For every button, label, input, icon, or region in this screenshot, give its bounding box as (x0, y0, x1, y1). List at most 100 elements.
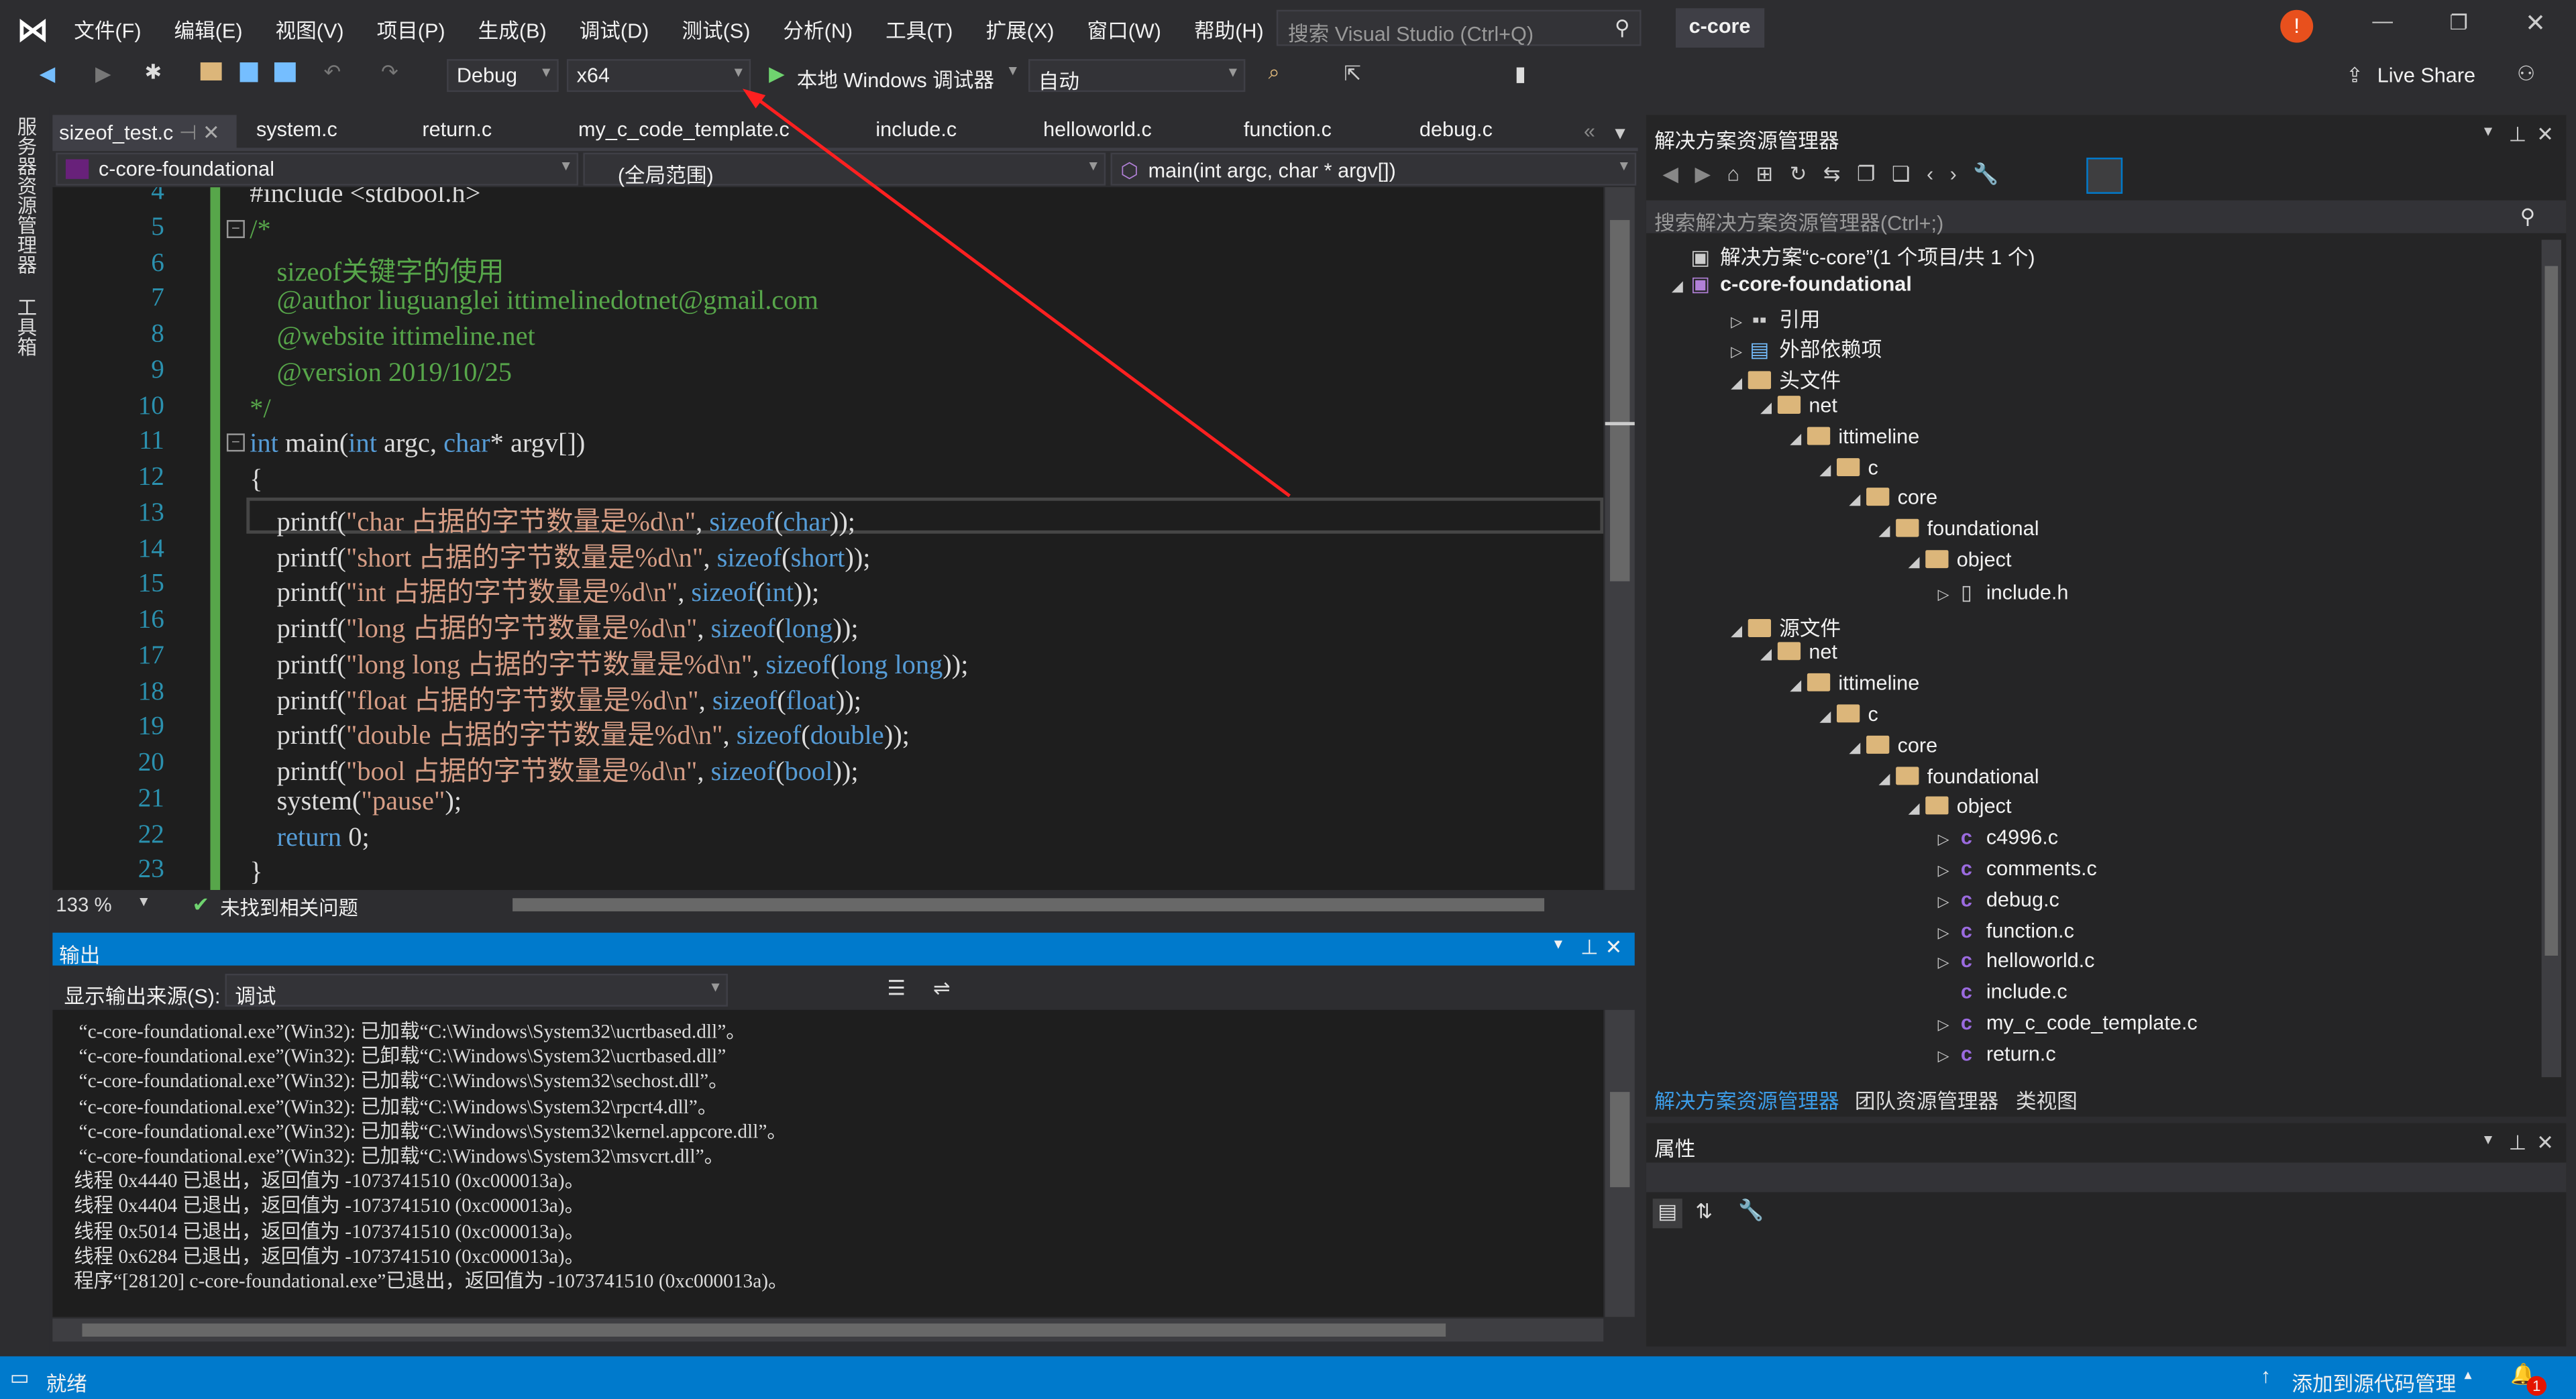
tree-item[interactable]: ▷ c helloworld.c (1932, 950, 2095, 972)
expanded-arrow-icon[interactable]: ◢ (1902, 800, 1925, 818)
tree-item[interactable]: ▷ c my_c_code_template.c (1932, 1011, 2198, 1034)
tab-team-explorer[interactable]: 团队资源管理器 (1855, 1084, 1998, 1115)
output-dropdown-icon[interactable]: ▾ (1554, 936, 1562, 954)
tree-item[interactable]: ◢ 源文件 (1725, 610, 1841, 642)
tab-solution-explorer[interactable]: 解决方案资源管理器 (1654, 1084, 1839, 1115)
tree-item[interactable]: ◢ ittimeline (1784, 672, 1919, 695)
collapsed-arrow-icon[interactable]: ▷ (1932, 924, 1955, 942)
tab-class-view[interactable]: 类视图 (2016, 1084, 2078, 1115)
output-scroll-thumb[interactable] (1610, 1092, 1630, 1188)
expanded-arrow-icon[interactable]: ◢ (1725, 375, 1748, 393)
se-code-icon[interactable]: ‹› (1927, 162, 1973, 185)
se-show-all-icon[interactable]: ❏ (1892, 162, 1927, 185)
collapsed-arrow-icon[interactable]: ▷ (1932, 862, 1955, 880)
source-control-up-icon[interactable]: ▴ (2464, 1366, 2471, 1384)
se-properties-icon[interactable]: 🔧 (1973, 162, 2015, 185)
tree-item[interactable]: ◢ c (1814, 456, 1878, 479)
output-horizontal-scrollbar[interactable] (52, 1319, 1604, 1342)
tree-item[interactable]: ◢ ittimeline (1784, 425, 1919, 448)
expanded-arrow-icon[interactable]: ◢ (1666, 277, 1688, 295)
properties-pin-icon[interactable]: ⊥ (2509, 1129, 2527, 1154)
collapsed-arrow-icon[interactable]: ▷ (1932, 1048, 1955, 1066)
pin-icon[interactable]: ⊥ (1580, 934, 1599, 959)
se-search-input[interactable]: 搜索解决方案资源管理器(Ctrl+;) ⚲ (1646, 200, 2567, 235)
collapsed-arrow-icon[interactable]: ▷ (1932, 831, 1955, 849)
expanded-arrow-icon[interactable]: ◢ (1784, 430, 1807, 448)
collapsed-arrow-icon[interactable]: ▷ (1725, 344, 1748, 362)
properties-close-icon[interactable]: ✕ (2536, 1129, 2554, 1154)
tree-item[interactable]: c include.c (1932, 981, 2068, 1003)
tree-item[interactable]: ▷ c c4996.c (1932, 826, 2058, 849)
tree-item[interactable]: ◢ net (1755, 641, 1837, 664)
tree-item[interactable]: ◢ c (1814, 703, 1878, 726)
word-wrap-icon[interactable]: ⇌ (933, 975, 951, 1000)
se-preview-toggle[interactable] (2086, 158, 2123, 194)
tree-item[interactable]: ▷ c comments.c (1932, 857, 2097, 880)
output-vertical-scrollbar[interactable] (1605, 1009, 1635, 1317)
status-ready: 就绪 (46, 1372, 87, 1396)
tree-item[interactable]: ◢ core (1843, 734, 1937, 757)
expanded-arrow-icon[interactable]: ◢ (1843, 492, 1866, 510)
tree-item[interactable]: ▷ c return.c (1932, 1042, 2056, 1065)
output-hscroll-thumb[interactable] (82, 1323, 1446, 1337)
expanded-arrow-icon[interactable]: ◢ (1784, 677, 1807, 695)
collapsed-arrow-icon[interactable]: ▷ (1932, 954, 1955, 972)
expanded-arrow-icon[interactable]: ◢ (1755, 399, 1778, 417)
expanded-arrow-icon[interactable]: ◢ (1873, 522, 1896, 541)
tree-item[interactable]: ◢ net (1755, 394, 1837, 417)
output-source-dropdown[interactable]: 调试 (225, 973, 728, 1008)
tree-item[interactable]: ▷ c function.c (1932, 919, 2074, 942)
tree-item[interactable]: ◢ foundational (1873, 765, 2039, 787)
output-content[interactable]: “c-core-foundational.exe”(Win32): 已加载“C:… (52, 1009, 1604, 1317)
se-scroll-thumb[interactable] (2544, 266, 2559, 956)
se-close-icon[interactable]: ✕ (2536, 121, 2554, 146)
expanded-arrow-icon[interactable]: ◢ (1843, 738, 1866, 757)
properties-panel: 属性 ▾ ⊥ ✕ ▤ ⇅ 🔧 (1646, 1123, 2567, 1347)
se-forward-icon[interactable]: ▶ (1695, 162, 1727, 185)
collapsed-arrow-icon[interactable]: ▷ (1725, 313, 1748, 331)
expanded-arrow-icon[interactable]: ◢ (1902, 553, 1925, 571)
alphabetical-icon[interactable]: ⇅ (1695, 1198, 1713, 1223)
expanded-arrow-icon[interactable]: ◢ (1873, 769, 1896, 787)
properties-dropdown-icon[interactable]: ▾ (2484, 1131, 2492, 1150)
se-back-icon[interactable]: ◀ (1662, 162, 1695, 185)
tree-item-label: 外部依赖项 (1779, 339, 1882, 362)
se-collapse-icon[interactable]: ❐ (1857, 162, 1892, 185)
visual-studio-window: ⋈ 文件(F) 编辑(E) 视图(V) 项目(P) 生成(B) 调试(D) 测试(S) 分析(… (0, 0, 2576, 1399)
property-pages-icon[interactable]: 🔧 (1738, 1198, 1764, 1223)
categorized-icon[interactable]: ▤ (1652, 1198, 1682, 1229)
clear-all-icon[interactable]: ☰ (887, 975, 905, 1000)
output-close-icon[interactable]: ✕ (1605, 934, 1623, 959)
add-to-source-control-button[interactable]: 添加到源代码管理 (2292, 1366, 2456, 1398)
se-sync-icon[interactable]: ⇆ (1823, 162, 1857, 185)
tree-item[interactable]: ◢ ▣ c-core-foundational (1666, 270, 1912, 295)
tree-item[interactable]: ▷ c debug.c (1932, 888, 2059, 911)
tree-item[interactable]: ◢ object (1902, 795, 2012, 818)
tree-item[interactable]: ▷ ▯ include.h (1932, 579, 2069, 604)
expanded-arrow-icon[interactable]: ◢ (1725, 622, 1748, 640)
se-pin-icon[interactable]: ⊥ (2509, 121, 2527, 146)
expanded-arrow-icon[interactable]: ◢ (1755, 646, 1778, 664)
properties-object-dropdown[interactable] (1646, 1162, 2567, 1192)
tree-item[interactable]: ◢ 头文件 (1725, 363, 1841, 395)
expanded-arrow-icon[interactable]: ◢ (1814, 461, 1837, 479)
tree-item[interactable]: ◢ core (1843, 487, 1937, 510)
folder-icon (1748, 618, 1772, 636)
expanded-arrow-icon[interactable]: ◢ (1814, 708, 1837, 726)
collapsed-arrow-icon[interactable]: ▷ (1932, 586, 1955, 604)
tree-item[interactable]: ▷ ▤ 外部依赖项 (1725, 333, 1882, 364)
c-file-icon: c (1960, 826, 1972, 850)
solution-icon: ▣ (1690, 246, 1711, 270)
se-scrollbar[interactable] (2541, 239, 2561, 1078)
tree-item[interactable]: ▷ ▪▪ 引用 (1725, 302, 1820, 333)
se-home-icon[interactable]: ⌂ (1727, 162, 1756, 185)
se-search-icon[interactable]: ⚲ (2520, 204, 2535, 228)
collapsed-arrow-icon[interactable]: ▷ (1932, 893, 1955, 911)
collapsed-arrow-icon[interactable]: ▷ (1932, 1017, 1955, 1035)
se-history-icon[interactable]: ↻ (1790, 162, 1823, 185)
tree-item[interactable]: ◢ object (1902, 549, 2012, 571)
se-dropdown-icon[interactable]: ▾ (2484, 123, 2492, 142)
tree-item[interactable]: ▣ 解决方案“c-core”(1 个项目/共 1 个) (1666, 239, 2035, 271)
se-switch-views-icon[interactable]: ⊞ (1756, 162, 1790, 185)
tree-item[interactable]: ◢ foundational (1873, 518, 2039, 541)
